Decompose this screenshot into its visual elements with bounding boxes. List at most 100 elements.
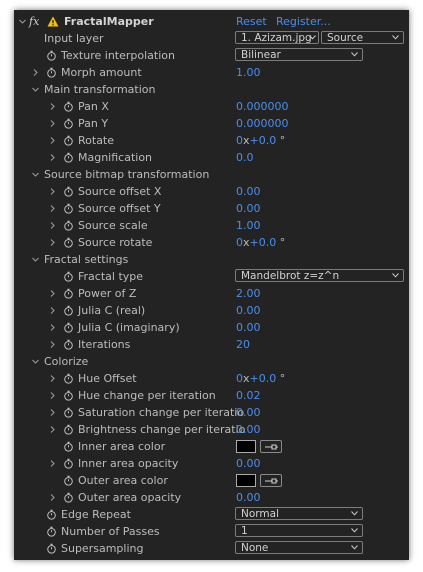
hue-offset-label: Hue Offset <box>78 372 137 385</box>
inner-area-opacity-value[interactable]: 0.00 <box>236 455 261 472</box>
collapse-effect-chevron-icon[interactable] <box>17 16 28 27</box>
expand-chevron-icon[interactable] <box>47 220 58 231</box>
expand-chevron-icon[interactable] <box>47 390 58 401</box>
expand-chevron-icon[interactable] <box>47 152 58 163</box>
expand-chevron-icon[interactable] <box>47 203 58 214</box>
reset-link[interactable]: Reset <box>236 13 267 30</box>
rotate-value[interactable]: 0x+0.0 ° <box>236 132 285 149</box>
julia-imaginary-value[interactable]: 0.00 <box>236 319 261 336</box>
source-rotate-label: Source rotate <box>78 236 153 249</box>
texture-interpolation-select[interactable]: Bilinear <box>235 48 363 61</box>
brightness-change-value[interactable]: 0.00 <box>236 421 261 438</box>
supersampling-label: Supersampling <box>61 542 144 555</box>
iterations-value[interactable]: 20 <box>236 336 250 353</box>
collapse-chevron-icon[interactable] <box>30 254 41 265</box>
stopwatch-icon[interactable] <box>63 458 74 469</box>
stopwatch-icon[interactable] <box>63 475 74 486</box>
saturation-change-value[interactable]: 0.00 <box>236 404 261 421</box>
expand-chevron-icon[interactable] <box>47 186 58 197</box>
inner-area-color-swatch[interactable] <box>236 440 256 453</box>
outer-area-opacity-value[interactable]: 0.00 <box>236 489 261 506</box>
main-transformation-group[interactable]: Main transformation <box>14 81 409 98</box>
stopwatch-icon[interactable] <box>46 509 57 520</box>
colorize-group[interactable]: Colorize <box>14 353 409 370</box>
fx-badge[interactable]: fx <box>29 13 39 30</box>
edge-repeat-row: Edge Repeat Normal <box>14 506 409 523</box>
stopwatch-icon[interactable] <box>63 135 74 146</box>
stopwatch-icon[interactable] <box>46 67 57 78</box>
power-of-z-value[interactable]: 2.00 <box>236 285 261 302</box>
expand-chevron-icon[interactable] <box>30 67 41 78</box>
source-offset-y-value[interactable]: 0.00 <box>236 200 261 217</box>
input-layer-source-select[interactable]: Source <box>321 31 404 44</box>
stopwatch-icon[interactable] <box>63 424 74 435</box>
pan-x-value[interactable]: 0.000000 <box>236 98 289 115</box>
stopwatch-icon[interactable] <box>63 271 74 282</box>
source-offset-x-row: Source offset X 0.00 <box>14 183 409 200</box>
expand-chevron-icon[interactable] <box>47 407 58 418</box>
hue-offset-value[interactable]: 0x+0.0 ° <box>236 370 285 387</box>
stopwatch-icon[interactable] <box>63 305 74 316</box>
collapse-chevron-icon[interactable] <box>30 356 41 367</box>
hue-change-value[interactable]: 0.02 <box>236 387 261 404</box>
stopwatch-icon[interactable] <box>63 339 74 350</box>
input-layer-select[interactable]: 1. Azizam.jpg <box>235 31 319 44</box>
expand-chevron-icon[interactable] <box>47 458 58 469</box>
expand-chevron-icon[interactable] <box>47 492 58 503</box>
stopwatch-icon[interactable] <box>63 407 74 418</box>
stopwatch-icon[interactable] <box>63 288 74 299</box>
texture-interpolation-row: Texture interpolation Bilinear <box>14 47 409 64</box>
stopwatch-icon[interactable] <box>63 441 74 452</box>
stopwatch-icon[interactable] <box>46 526 57 537</box>
inner-area-eyedropper-button[interactable] <box>260 440 282 453</box>
morph-amount-value[interactable]: 1.00 <box>236 64 261 81</box>
expand-chevron-icon[interactable] <box>47 135 58 146</box>
stopwatch-icon[interactable] <box>63 152 74 163</box>
collapse-chevron-icon[interactable] <box>30 169 41 180</box>
expand-chevron-icon[interactable] <box>47 118 58 129</box>
source-offset-x-value[interactable]: 0.00 <box>236 183 261 200</box>
fractal-type-select[interactable]: Mandelbrot z=z^n <box>235 269 404 282</box>
power-of-z-label: Power of Z <box>78 287 137 300</box>
hue-change-label: Hue change per iteration <box>78 389 216 402</box>
register-link[interactable]: Register... <box>276 13 331 30</box>
expand-chevron-icon[interactable] <box>47 424 58 435</box>
expand-chevron-icon[interactable] <box>47 339 58 350</box>
stopwatch-icon[interactable] <box>63 390 74 401</box>
supersampling-select[interactable]: None <box>235 541 363 554</box>
collapse-chevron-icon[interactable] <box>30 84 41 95</box>
pan-y-value[interactable]: 0.000000 <box>236 115 289 132</box>
expand-chevron-icon[interactable] <box>47 101 58 112</box>
julia-imaginary-row: Julia C (imaginary) 0.00 <box>14 319 409 336</box>
stopwatch-icon[interactable] <box>63 101 74 112</box>
expand-chevron-icon[interactable] <box>47 373 58 384</box>
stopwatch-icon[interactable] <box>63 373 74 384</box>
edge-repeat-select[interactable]: Normal <box>235 507 363 520</box>
source-rotate-value[interactable]: 0x+0.0 ° <box>236 234 285 251</box>
outer-area-eyedropper-button[interactable] <box>260 474 282 487</box>
magnification-value[interactable]: 0.0 <box>236 149 254 166</box>
fractal-settings-group[interactable]: Fractal settings <box>14 251 409 268</box>
julia-real-value[interactable]: 0.00 <box>236 302 261 319</box>
source-bitmap-group[interactable]: Source bitmap transformation <box>14 166 409 183</box>
hue-offset-degree-symbol: ° <box>279 372 286 385</box>
outer-area-color-swatch[interactable] <box>236 474 256 487</box>
stopwatch-icon[interactable] <box>63 220 74 231</box>
stopwatch-icon[interactable] <box>63 203 74 214</box>
expand-chevron-icon[interactable] <box>47 288 58 299</box>
saturation-change-row: Saturation change per iteratio 0.00 <box>14 404 409 421</box>
hue-change-row: Hue change per iteration 0.02 <box>14 387 409 404</box>
stopwatch-icon[interactable] <box>63 322 74 333</box>
expand-chevron-icon[interactable] <box>47 237 58 248</box>
expand-chevron-icon[interactable] <box>47 305 58 316</box>
expand-chevron-icon[interactable] <box>47 322 58 333</box>
stopwatch-icon[interactable] <box>63 492 74 503</box>
source-scale-value[interactable]: 1.00 <box>236 217 261 234</box>
stopwatch-icon[interactable] <box>46 50 57 61</box>
stopwatch-icon[interactable] <box>46 543 57 554</box>
stopwatch-icon[interactable] <box>63 186 74 197</box>
stopwatch-icon[interactable] <box>63 118 74 129</box>
input-layer-label: Input layer <box>44 32 104 45</box>
number-of-passes-select[interactable]: 1 <box>235 524 363 537</box>
stopwatch-icon[interactable] <box>63 237 74 248</box>
